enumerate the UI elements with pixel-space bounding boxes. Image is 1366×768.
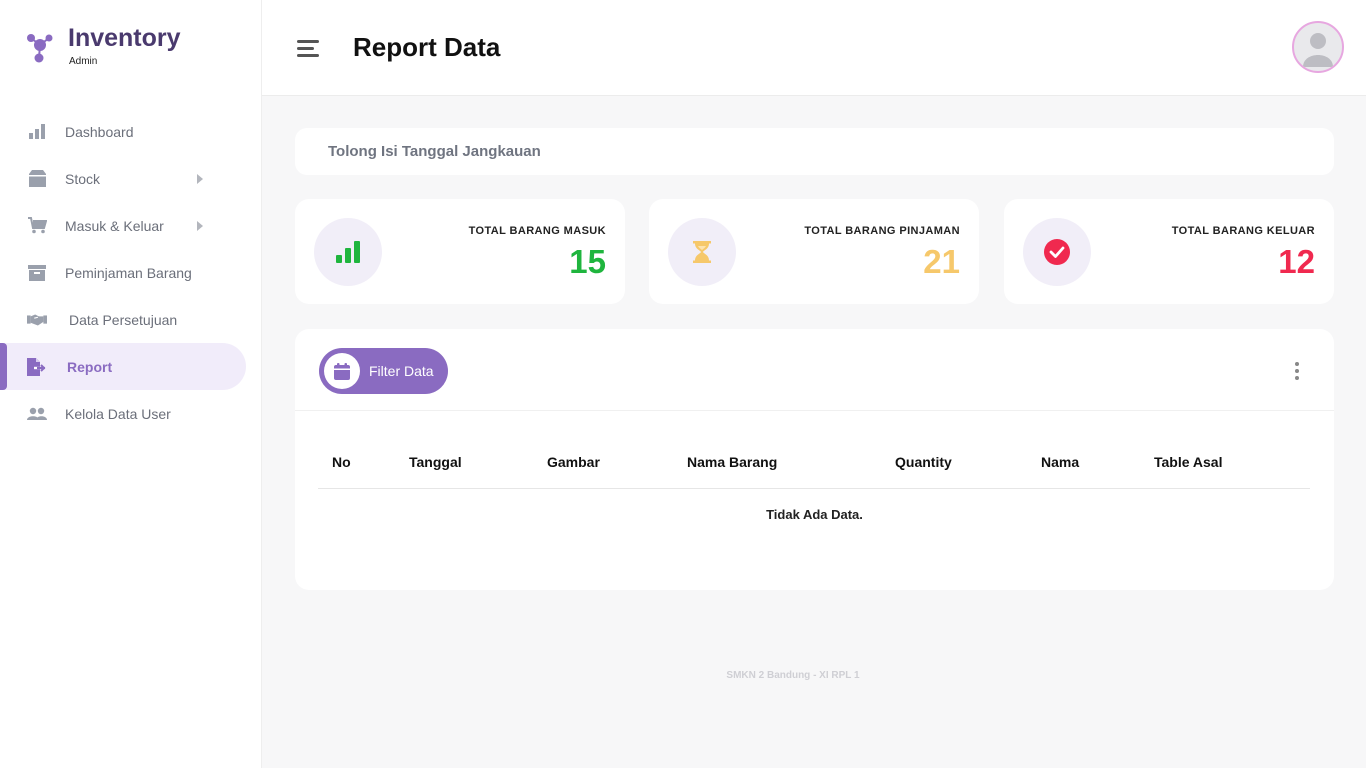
column-header-gambar: Gambar [547,454,600,470]
page-title: Report Data [353,32,501,62]
hourglass-icon [668,218,736,286]
report-table-card: Filter Data No Tanggal Gambar Nama Baran… [295,329,1334,590]
calendar-icon [324,353,360,389]
signal-bars-icon [314,218,382,286]
sidebar-nav: Dashboard Stock Masuk & Keluar Peminjama… [0,108,262,437]
sidebar-item-peminjaman[interactable]: Peminjaman Barang [0,249,262,296]
brand-subtitle: Admin [69,56,98,67]
column-header-nama-barang: Nama Barang [687,454,778,470]
sidebar-item-persetujuan[interactable]: Data Persetujuan [0,296,262,343]
column-header-quantity: Quantity [895,454,952,470]
table-header: No Tanggal Gambar Nama Barang Quantity N… [295,454,1334,470]
sidebar-item-label: Stock [65,170,101,187]
filter-data-button[interactable]: Filter Data [319,348,448,394]
card-value: 15 [569,243,606,280]
caret-right-icon [197,173,203,184]
card-total-keluar: TOTAL BARANG KELUAR 12 [1004,199,1334,304]
card-total-masuk: TOTAL BARANG MASUK 15 [295,199,625,304]
column-header-nama: Nama [1041,454,1080,470]
card-value: 21 [923,243,960,280]
card-label: TOTAL BARANG PINJAMAN [804,225,960,237]
sidebar-item-report[interactable]: Report [0,343,246,390]
sidebar-item-kelola-user[interactable]: Kelola Data User [0,390,262,437]
more-vertical-icon[interactable] [1292,361,1302,381]
cart-icon [27,217,47,235]
filter-data-label: Filter Data [369,363,434,379]
archive-icon [27,264,47,282]
sidebar-item-label: Peminjaman Barang [65,264,192,281]
card-label: TOTAL BARANG KELUAR [1171,225,1315,237]
sidebar-item-label: Data Persetujuan [69,311,178,328]
handshake-icon [27,311,47,329]
column-header-tanggal: Tanggal [409,454,462,470]
sidebar-item-masuk-keluar[interactable]: Masuk & Keluar [0,202,262,249]
sidebar-item-label: Dashboard [65,123,134,140]
sidebar: Inventory Admin Dashboard Stock Masuk & … [0,0,262,768]
card-value: 12 [1278,243,1315,280]
empty-table-message: Tidak Ada Data. [766,507,863,522]
users-icon [27,405,47,423]
sidebar-item-stock[interactable]: Stock [0,155,262,202]
table-header-divider [318,488,1310,489]
sidebar-item-label: Report [67,358,113,375]
divider [295,410,1334,411]
date-range-bar[interactable]: Tolong Isi Tanggal Jangkauan [295,128,1334,175]
caret-right-icon [197,220,203,231]
top-header: Report Data [262,0,1366,96]
brand: Inventory Admin [0,0,262,95]
check-circle-icon [1023,218,1091,286]
sidebar-item-dashboard[interactable]: Dashboard [0,108,262,155]
date-range-hint: Tolong Isi Tanggal Jangkauan [328,143,541,160]
column-header-no: No [332,454,351,470]
brand-title: Inventory [68,24,181,52]
footer-text: SMKN 2 Bandung - XI RPL 1 [726,670,860,681]
card-total-pinjaman: TOTAL BARANG PINJAMAN 21 [649,199,979,304]
hamburger-menu-icon[interactable] [297,40,319,58]
box-icon [27,170,47,188]
sidebar-item-label: Kelola Data User [65,405,171,422]
sidebar-item-label: Masuk & Keluar [65,217,164,234]
file-export-icon [27,357,47,376]
card-label: TOTAL BARANG MASUK [468,225,606,237]
column-header-table-asal: Table Asal [1154,454,1223,470]
bar-chart-icon [27,123,47,141]
molecule-logo-icon [27,34,53,63]
user-avatar-icon[interactable] [1292,21,1344,73]
